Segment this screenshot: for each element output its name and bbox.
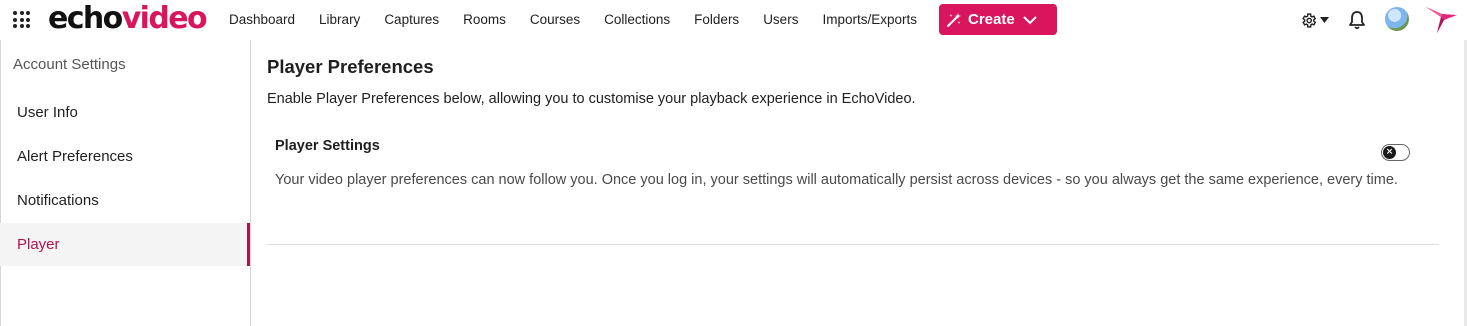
chevron-down-icon [1022,15,1037,24]
nav-library[interactable]: Library [319,0,360,40]
nav-captures[interactable]: Captures [384,0,439,40]
user-avatar[interactable] [1385,7,1409,31]
magic-wand-icon [947,12,961,27]
player-settings-title: Player Settings [275,138,380,154]
app-launcher-icon[interactable] [13,11,30,28]
main-nav: Dashboard Library Captures Rooms Courses… [229,0,941,40]
nav-dashboard[interactable]: Dashboard [229,0,295,40]
bell-icon[interactable] [1348,10,1366,30]
page-title: Player Preferences [267,56,434,77]
echo360-bird-icon [1426,7,1457,33]
echovideo-logo[interactable]: echovideo [48,1,208,37]
player-settings-toggle[interactable]: × [1381,144,1410,161]
caret-down-icon [1320,17,1329,23]
main-content: Player Preferences Enable Player Prefere… [251,40,1451,326]
top-navigation-bar: echovideo Dashboard Library Captures Roo… [0,0,1467,40]
sidebar-item-player[interactable]: Player [0,223,250,266]
nav-imports-exports[interactable]: Imports/Exports [822,0,917,40]
toggle-off-icon: × [1383,146,1396,159]
settings-menu[interactable] [1300,10,1330,30]
nav-users[interactable]: Users [763,0,798,40]
nav-folders[interactable]: Folders [694,0,739,40]
page-description: Enable Player Preferences below, allowin… [267,91,916,107]
sidebar-title: Account Settings [13,56,126,73]
sidebar-item-user-info[interactable]: User Info [0,91,250,134]
gear-icon [1302,12,1317,28]
nav-rooms[interactable]: Rooms [463,0,506,40]
player-settings-description: Your video player preferences can now fo… [275,172,1398,188]
create-button[interactable]: Create [939,4,1057,35]
account-settings-sidebar: Account Settings User Info Alert Prefere… [0,40,251,326]
nav-collections[interactable]: Collections [604,0,670,40]
create-button-label: Create [968,11,1015,28]
section-divider [267,244,1439,245]
nav-courses[interactable]: Courses [530,0,580,40]
sidebar-item-notifications[interactable]: Notifications [0,179,250,222]
sidebar-item-alert-preferences[interactable]: Alert Preferences [0,135,250,178]
